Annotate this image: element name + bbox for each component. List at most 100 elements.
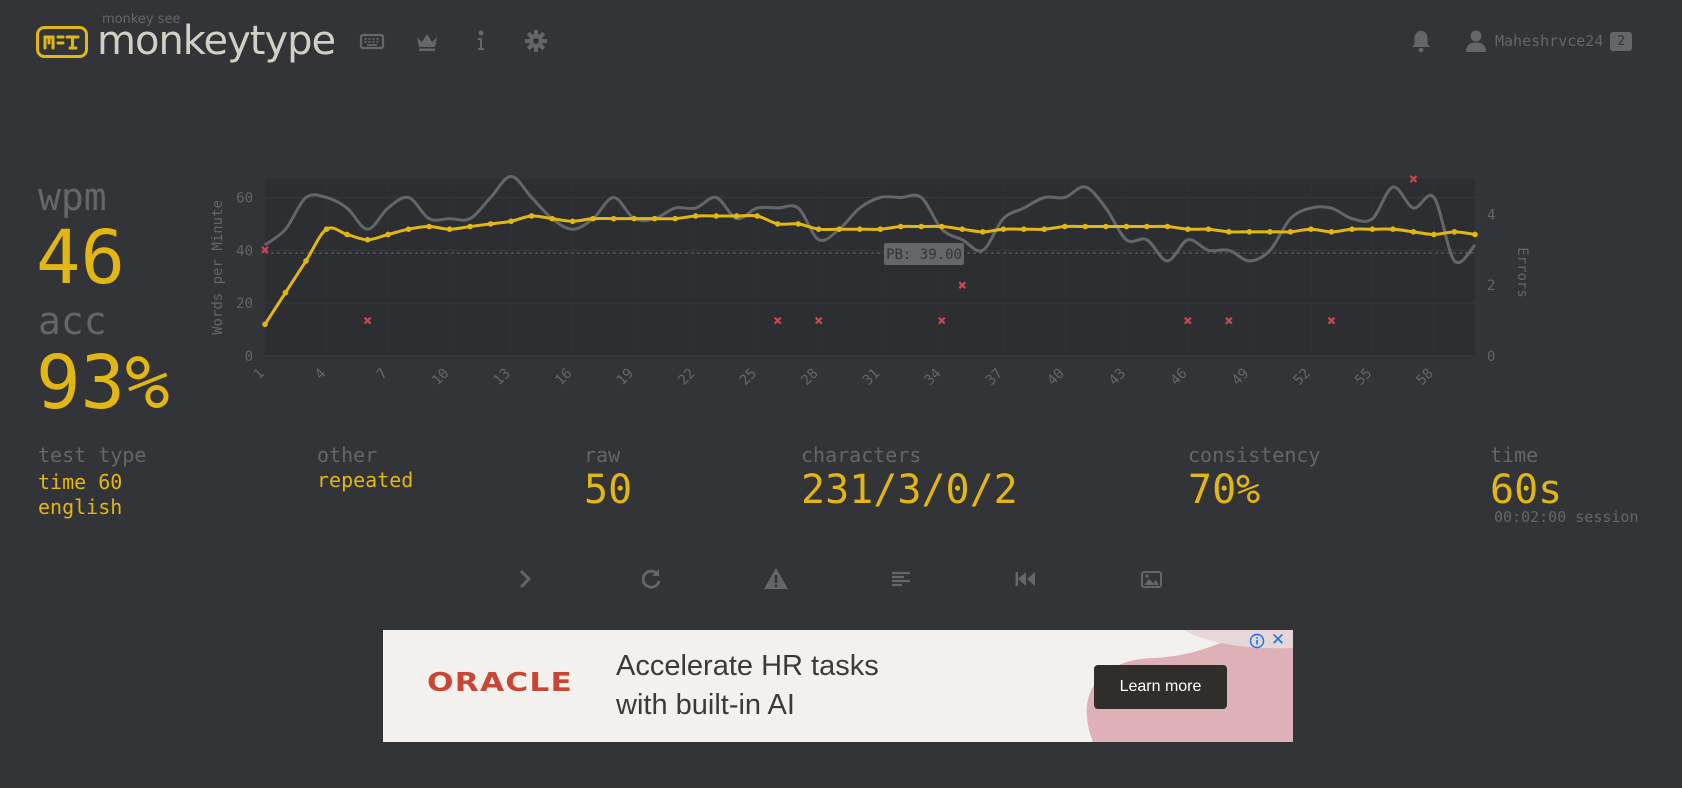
level-badge: 2: [1610, 32, 1632, 51]
word-history-icon[interactable]: [886, 564, 916, 594]
wpm-point: [631, 215, 637, 222]
advertisement-banner[interactable]: ORACLE Accelerate HR tasks with built-in…: [383, 630, 1293, 742]
characters-label: characters: [801, 443, 922, 467]
ad-brand-logo: ORACLE: [427, 668, 573, 698]
x-tick-label: 4: [312, 366, 329, 383]
wpm-point: [672, 215, 678, 222]
y2-tick-label: 4: [1487, 207, 1495, 223]
y2-tick-label: 2: [1487, 278, 1495, 294]
wpm-point: [1205, 226, 1212, 232]
x-tick-label: 31: [860, 366, 883, 389]
x-tick-label: 16: [552, 366, 575, 389]
wpm-point: [385, 231, 391, 238]
logo-text[interactable]: monkeytype: [97, 17, 336, 65]
x-tick-label: 43: [1106, 366, 1129, 389]
wpm-point: [1021, 226, 1027, 232]
other-label: other: [317, 443, 378, 467]
wpm-point: [1185, 226, 1191, 232]
characters-value: 231/3/0/2: [801, 467, 1018, 513]
wpm-point: [918, 223, 925, 230]
bell-icon[interactable]: [1408, 28, 1434, 54]
y-tick-label: 40: [236, 243, 253, 259]
wpm-point: [1246, 229, 1253, 235]
wpm-point: [1103, 223, 1109, 230]
screenshot-image-icon[interactable]: [1136, 564, 1166, 594]
time-value: 60s: [1490, 467, 1563, 513]
wpm-point: [1123, 223, 1130, 230]
ad-info-icon[interactable]: [1249, 633, 1265, 649]
info-icon[interactable]: [467, 27, 495, 55]
wpm-point: [856, 226, 863, 232]
x-tick-label: 40: [1044, 366, 1067, 389]
wpm-point: [959, 226, 966, 232]
wpm-value: 46: [36, 215, 126, 301]
consistency-label: consistency: [1188, 443, 1321, 467]
x-tick-label: 58: [1414, 366, 1437, 389]
test-type-language: english: [38, 495, 123, 519]
y-axis-label: Words per Minute: [210, 200, 226, 335]
wpm-point: [1164, 223, 1171, 230]
x-tick-label: 1: [251, 366, 268, 383]
x-tick-label: 55: [1352, 366, 1375, 389]
test-type-mode: time 60: [38, 470, 123, 494]
wpm-point: [590, 215, 596, 222]
ad-close-icon[interactable]: ✕: [1269, 631, 1287, 649]
wpm-point: [1082, 223, 1089, 230]
logo-icon[interactable]: [36, 26, 88, 58]
wpm-point: [692, 213, 699, 219]
wpm-point: [262, 321, 268, 328]
y2-axis-label: Errors: [1514, 247, 1530, 298]
wpm-point: [487, 221, 494, 227]
replay-rewind-icon[interactable]: [1011, 564, 1041, 594]
wpm-point: [1062, 223, 1068, 230]
wpm-point: [1308, 226, 1314, 232]
wpm-point: [364, 236, 371, 243]
gear-icon[interactable]: [522, 27, 550, 55]
x-tick-label: 46: [1167, 366, 1190, 389]
keyboard-icon[interactable]: [358, 27, 386, 55]
wpm-point: [1144, 223, 1150, 230]
consistency-value: 70%: [1188, 467, 1261, 513]
wpm-point: [1369, 226, 1376, 232]
x-tick-label: 49: [1229, 366, 1252, 389]
crown-icon[interactable]: [413, 27, 441, 55]
user-icon[interactable]: [1465, 28, 1487, 54]
wpm-point: [713, 213, 719, 219]
wpm-point: [323, 226, 330, 232]
raw-value: 50: [584, 467, 633, 513]
x-tick-label: 25: [737, 366, 760, 389]
x-tick-label: 22: [675, 366, 698, 389]
wpm-point: [426, 223, 432, 230]
wpm-point: [549, 215, 555, 222]
wpm-point: [651, 215, 658, 222]
wpm-point: [1041, 226, 1048, 232]
acc-label: acc: [38, 299, 107, 343]
wpm-point: [508, 218, 514, 225]
chart-plot-area: [265, 179, 1475, 356]
wpm-point: [467, 223, 473, 230]
x-tick-label: 34: [921, 366, 944, 389]
time-label: time: [1490, 443, 1539, 467]
wpm-point: [303, 258, 309, 264]
wpm-point: [1328, 229, 1335, 235]
wpm-point: [1451, 229, 1458, 235]
wpm-point: [815, 226, 822, 232]
wpm-point: [1000, 226, 1007, 232]
username[interactable]: Maheshrvce24: [1495, 32, 1603, 50]
y-tick-label: 60: [236, 190, 253, 206]
wpm-point: [1267, 229, 1273, 235]
wpm-point: [528, 213, 535, 219]
y-tick-label: 0: [245, 349, 253, 365]
next-test-button[interactable]: [511, 564, 541, 594]
wpm-point: [344, 231, 350, 238]
wpm-point: [282, 289, 289, 296]
raw-label: raw: [584, 443, 621, 467]
wpm-point: [877, 226, 884, 232]
report-warning-icon[interactable]: [761, 564, 791, 594]
y2-tick-label: 0: [1487, 349, 1495, 365]
wpm-point: [1410, 229, 1417, 235]
restart-icon[interactable]: [636, 564, 666, 594]
x-tick-label: 13: [491, 366, 514, 389]
ad-learn-more-button[interactable]: Learn more: [1094, 665, 1227, 709]
wpm-point: [938, 223, 945, 230]
